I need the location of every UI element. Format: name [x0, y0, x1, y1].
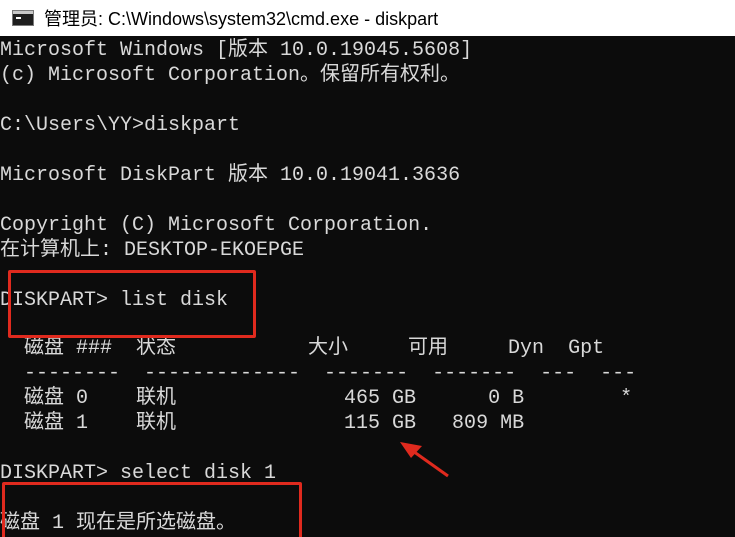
console-output[interactable]: Microsoft Windows [版本 10.0.19045.5608] (… [0, 36, 735, 537]
console-line: Microsoft Windows [版本 10.0.19045.5608] [0, 39, 473, 62]
console-line: 在计算机上: DESKTOP-EKOEPGE [0, 239, 305, 262]
console-line: Microsoft DiskPart 版本 10.0.19041.3636 [0, 164, 461, 187]
disk-table-separator: -------- ------------- ------- ------- -… [0, 362, 637, 385]
cmd-icon [12, 10, 34, 26]
highlight-box-selected [2, 482, 302, 537]
title-bar[interactable]: 管理员: C:\Windows\system32\cmd.exe - diskp… [0, 0, 735, 36]
disk-table-row: 磁盘 1 联机 115 GB 809 MB [0, 412, 525, 435]
highlight-box-list-disk [8, 270, 256, 338]
red-arrow-icon [400, 442, 449, 478]
console-line: (c) Microsoft Corporation。保留所有权利。 [0, 64, 461, 87]
console-line: Copyright (C) Microsoft Corporation. [0, 214, 433, 237]
disk-table-header: 磁盘 ### 状态 大小 可用 Dyn Gpt [0, 337, 605, 360]
console-line: C:\Users\YY>diskpart [0, 114, 241, 137]
disk-table-row: 磁盘 0 联机 465 GB 0 B * [0, 387, 633, 410]
window-title: 管理员: C:\Windows\system32\cmd.exe - diskp… [44, 9, 439, 29]
